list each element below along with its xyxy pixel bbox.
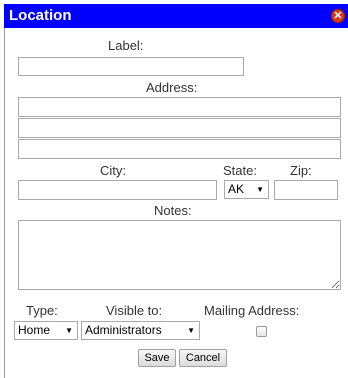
city-input[interactable] xyxy=(18,180,217,200)
label-field-label: Label: xyxy=(108,38,144,53)
state-label: State: xyxy=(223,163,257,178)
address-line-3-input[interactable] xyxy=(18,139,341,159)
chevron-down-icon: ▼ xyxy=(65,326,73,335)
type-label: Type: xyxy=(26,303,58,318)
chevron-down-icon: ▼ xyxy=(187,326,195,335)
mailing-address-label: Mailing Address: xyxy=(204,303,300,318)
state-select[interactable]: AK ▼ xyxy=(224,180,269,199)
visible-to-select[interactable]: Administrators ▼ xyxy=(81,321,200,340)
cancel-button[interactable]: Cancel xyxy=(179,349,227,367)
mailing-address-checkbox[interactable] xyxy=(256,326,267,337)
zip-label: Zip: xyxy=(290,163,312,178)
visible-to-select-value: Administrators xyxy=(85,323,162,337)
save-button[interactable]: Save xyxy=(138,349,176,367)
type-select-value: Home xyxy=(18,323,51,337)
dialog-titlebar[interactable]: Location ✕ xyxy=(4,4,348,28)
state-select-value: AK xyxy=(228,182,245,196)
location-dialog: Location ✕ Label: Address: City: State: … xyxy=(0,0,348,378)
address-label: Address: xyxy=(146,80,198,95)
notes-textarea[interactable] xyxy=(18,220,341,290)
address-line-1-input[interactable] xyxy=(18,97,341,117)
dialog-title: Location xyxy=(9,7,72,24)
zip-input[interactable] xyxy=(274,180,338,200)
notes-label: Notes: xyxy=(154,203,192,218)
city-label: City: xyxy=(100,163,126,178)
close-icon[interactable]: ✕ xyxy=(331,9,345,23)
visible-to-label: Visible to: xyxy=(106,303,163,318)
label-input[interactable] xyxy=(18,57,244,76)
chevron-down-icon: ▼ xyxy=(256,185,264,194)
type-select[interactable]: Home ▼ xyxy=(14,321,78,340)
dialog-left-border xyxy=(4,28,5,378)
address-line-2-input[interactable] xyxy=(18,118,341,138)
